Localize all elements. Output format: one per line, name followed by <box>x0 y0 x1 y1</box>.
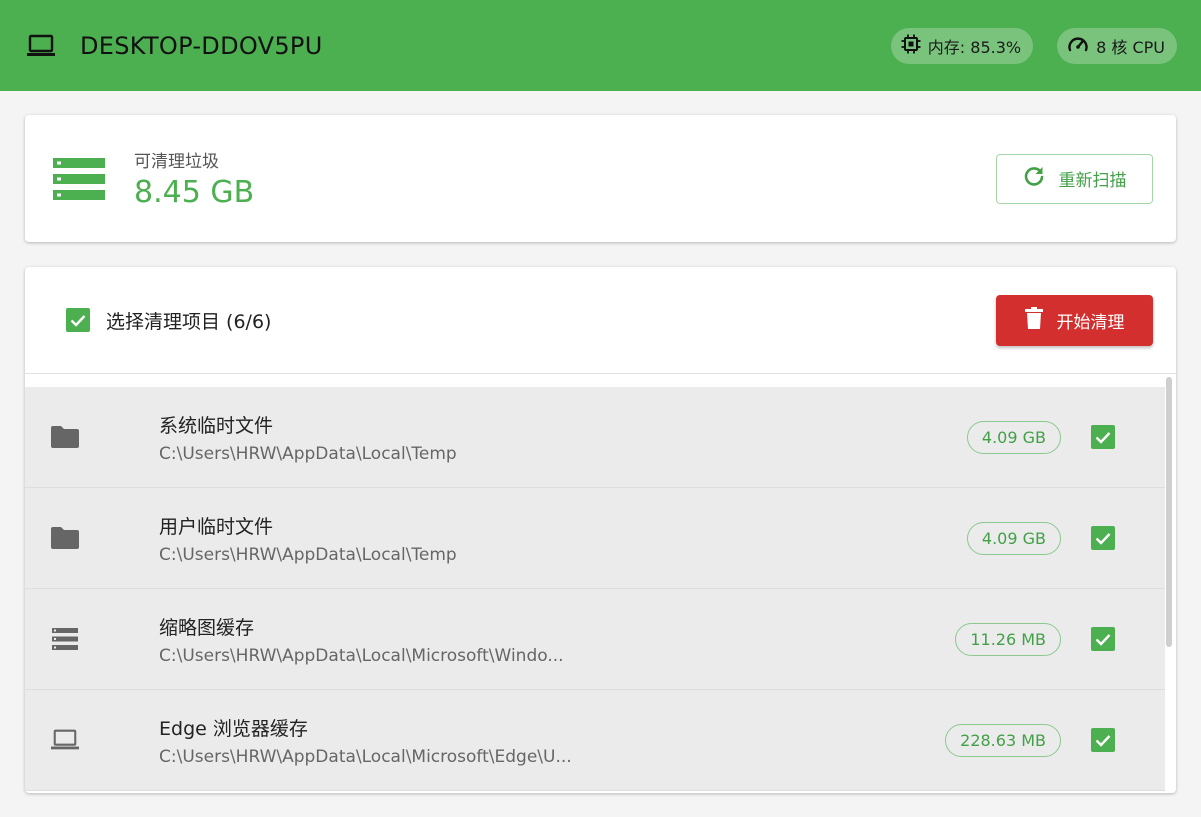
storage-icon <box>53 157 105 200</box>
scrollbar-thumb[interactable] <box>1166 377 1172 647</box>
select-all-checkbox[interactable] <box>66 308 90 332</box>
rescan-label: 重新扫描 <box>1058 171 1127 191</box>
start-clean-label: 开始清理 <box>1056 312 1125 333</box>
item-size-badge: 4.09 GB <box>966 521 1061 555</box>
check-icon <box>1095 431 1111 444</box>
start-clean-button[interactable]: 开始清理 <box>996 294 1153 346</box>
list-item[interactable]: Edge 浏览器缓存 C:\Users\HRW\AppData\Local\Mi… <box>25 690 1165 791</box>
item-path: C:\Users\HRW\AppData\Local\Microsoft\Edg… <box>159 746 572 767</box>
speedometer-icon <box>1067 34 1096 58</box>
cleanable-label: 可清理垃圾 <box>134 152 219 172</box>
item-checkbox[interactable] <box>1091 526 1115 550</box>
cpu-chip-icon <box>901 34 928 58</box>
trash-icon <box>1024 306 1057 334</box>
cleanable-size: 8.45 GB <box>134 175 255 210</box>
item-checkbox[interactable] <box>1091 425 1115 449</box>
item-checkbox[interactable] <box>1091 728 1115 752</box>
list-item[interactable]: 用户临时文件 C:\Users\HRW\AppData\Local\Temp 4… <box>25 488 1165 589</box>
summary-card: 可清理垃圾 8.45 GB 重新扫描 <box>25 115 1176 242</box>
item-name: 缩略图缓存 <box>159 616 255 639</box>
host-name: DESKTOP-DDOV5PU <box>80 31 323 60</box>
folder-icon <box>51 423 79 451</box>
item-path: C:\Users\HRW\AppData\Local\Temp <box>159 544 457 565</box>
item-name: 系统临时文件 <box>159 414 274 437</box>
item-path: C:\Users\HRW\AppData\Local\Microsoft\Win… <box>159 645 564 666</box>
list-scrollbar[interactable] <box>1166 377 1172 789</box>
cpu-cores: 8 核 CPU <box>1096 37 1165 57</box>
select-items-label: 选择清理项目 (6/6) <box>106 310 272 333</box>
check-icon <box>1095 532 1111 545</box>
check-icon <box>1095 734 1111 747</box>
clean-item-list: 系统临时文件 C:\Users\HRW\AppData\Local\Temp 4… <box>25 387 1165 791</box>
items-header: 选择清理项目 (6/6) 开始清理 <box>25 267 1176 374</box>
refresh-icon <box>1023 165 1059 192</box>
cpu-chip: 8 核 CPU <box>1057 27 1177 64</box>
item-size-badge: 228.63 MB <box>945 723 1061 757</box>
check-icon <box>1095 633 1111 646</box>
list-item[interactable]: 系统临时文件 C:\Users\HRW\AppData\Local\Temp 4… <box>25 387 1165 488</box>
laptop-icon <box>51 726 79 754</box>
memory-chip: 内存: 85.3% <box>890 27 1034 64</box>
rescan-button[interactable]: 重新扫描 <box>996 153 1153 204</box>
check-icon <box>70 314 86 327</box>
list-item[interactable]: 缩略图缓存 C:\Users\HRW\AppData\Local\Microso… <box>25 589 1165 690</box>
item-path: C:\Users\HRW\AppData\Local\Temp <box>159 443 457 464</box>
item-name: Edge 浏览器缓存 <box>159 717 308 740</box>
app-bar: DESKTOP-DDOV5PU 内存: 85.3% 8 核 CPU <box>0 0 1201 91</box>
item-size-badge: 4.09 GB <box>966 420 1061 454</box>
folder-icon <box>51 524 79 552</box>
storage-icon <box>51 625 79 653</box>
item-size-badge: 11.26 MB <box>955 622 1061 656</box>
clean-items-card: 选择清理项目 (6/6) 开始清理 系统临时文件 C:\Users\HRW\Ap… <box>25 267 1176 793</box>
memory-usage: 内存: 85.3% <box>927 37 1022 57</box>
item-checkbox[interactable] <box>1091 627 1115 651</box>
item-name: 用户临时文件 <box>159 515 274 538</box>
laptop-icon <box>26 31 56 61</box>
